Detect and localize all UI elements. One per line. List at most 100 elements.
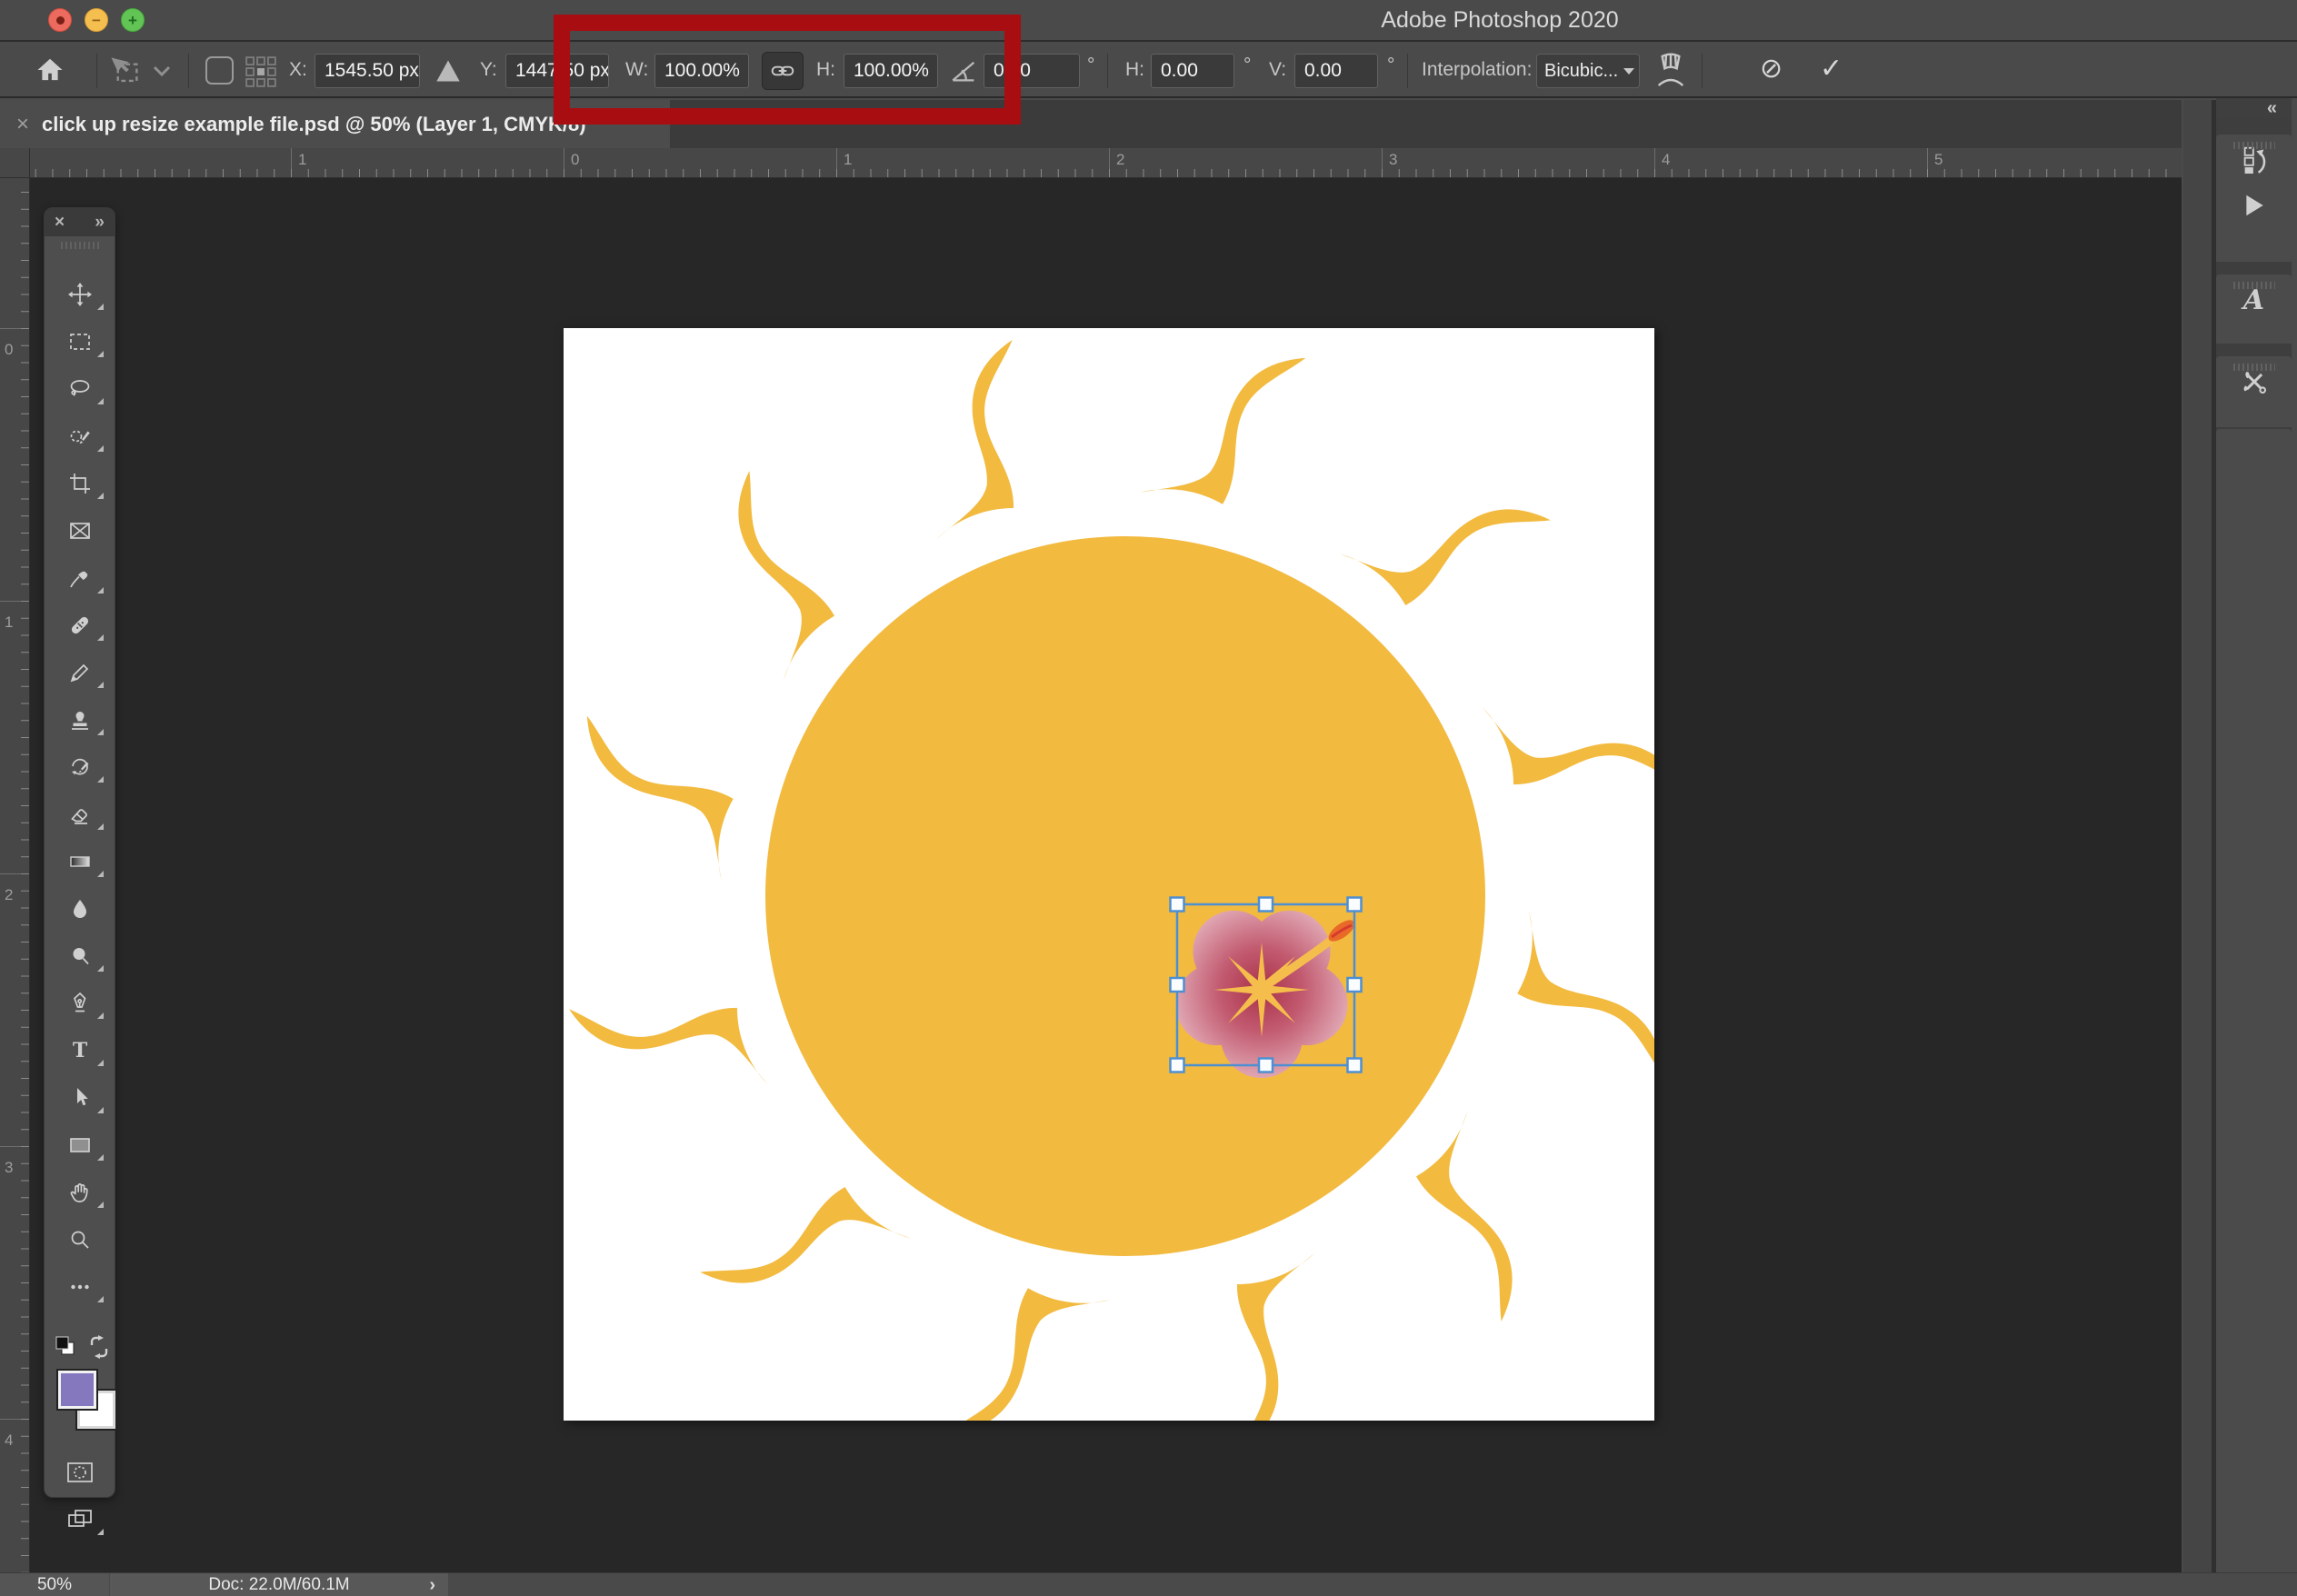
ruler-label: 5 [1934, 151, 1943, 168]
play-icon [2245, 195, 2263, 216]
relative-position-delta-icon[interactable] [434, 58, 462, 84]
foreground-color-swatch[interactable] [56, 1369, 98, 1411]
reference-point-icon [245, 56, 276, 92]
degree-symbol: ° [1243, 55, 1252, 75]
panel-grip[interactable] [2232, 142, 2275, 149]
lasso-tool[interactable] [45, 367, 115, 411]
warp-mode-button[interactable] [1653, 53, 1689, 89]
actions-panel-button[interactable] [2216, 180, 2292, 231]
eraser-tool[interactable] [45, 793, 115, 836]
ruler-label: 0 [5, 341, 14, 358]
title-bar: − + Adobe Photoshop 2020 [0, 0, 2297, 42]
degree-symbol: ° [1387, 55, 1395, 75]
hand-tool[interactable] [45, 1171, 115, 1214]
separator [1407, 54, 1408, 88]
tools-icon [2243, 372, 2266, 394]
home-icon[interactable] [35, 55, 65, 85]
pasteboard [30, 178, 2182, 1572]
zoom-tool[interactable] [45, 1218, 115, 1262]
eyedropper-tool[interactable] [45, 556, 115, 600]
sun-artwork [566, 337, 1654, 1421]
ruler-label: 3 [1389, 151, 1398, 168]
x-position-field[interactable]: 1545.50 px [315, 54, 420, 88]
close-window-button[interactable] [48, 8, 72, 32]
gradient-tool[interactable] [45, 840, 115, 883]
dock-group-history-actions [2216, 135, 2292, 262]
spot-healing-brush-tool[interactable] [45, 603, 115, 647]
pen-tool[interactable] [45, 982, 115, 1025]
frame-tool[interactable] [45, 509, 115, 553]
object-selection-tool[interactable] [45, 414, 115, 458]
blur-tool[interactable] [45, 887, 115, 931]
panel-grip[interactable] [60, 242, 99, 249]
h-skew-label: H: [1125, 59, 1144, 80]
stamen-burst [1214, 943, 1309, 1037]
minimize-window-button[interactable]: − [85, 8, 108, 32]
separator [188, 54, 189, 88]
zoom-window-button[interactable]: + [121, 8, 145, 32]
dodge-tool[interactable] [45, 934, 115, 978]
panel-grip[interactable] [2232, 364, 2275, 371]
reference-point-checkbox[interactable] [205, 56, 234, 85]
v-skew-label: V: [1269, 59, 1287, 80]
rectangular-marquee-tool[interactable] [45, 320, 115, 364]
v-skew-field[interactable]: 0.00 [1294, 54, 1378, 88]
tools-panel-body: T [44, 236, 117, 1535]
ruler-label: 2 [5, 886, 14, 903]
unsaved-dot-icon [55, 15, 65, 25]
ruler-label: 0 [571, 151, 580, 168]
history-brush-tool[interactable] [45, 745, 115, 789]
sun-illustration [566, 337, 1654, 1421]
document-tab-title: click up resize example file.psd @ 50% (… [42, 112, 586, 135]
doc-size-text: Doc: 22.0M/60.1M [208, 1575, 350, 1594]
degree-symbol: ° [1087, 55, 1095, 75]
cancel-transform-button[interactable]: ⊘ [1760, 53, 1783, 85]
panel-flyout-icon[interactable]: » [95, 214, 105, 231]
status-bar: 50% Doc: 22.0M/60.1M › [0, 1572, 2297, 1596]
transform-tool-icon [107, 55, 142, 86]
chevron-down-icon[interactable] [153, 65, 171, 76]
type-tool[interactable]: T [45, 1029, 115, 1072]
dock-edge-strip [2183, 100, 2212, 1572]
interpolation-label: Interpolation: [1422, 59, 1533, 80]
vertical-ruler: 0 1 2 3 4 [0, 178, 30, 1572]
quick-mask-button[interactable] [45, 1451, 115, 1494]
crop-tool[interactable] [45, 462, 115, 505]
h-skew-field[interactable]: 0.00 [1151, 54, 1234, 88]
status-chevron-icon[interactable]: › [429, 1575, 435, 1596]
ruler-label: 1 [5, 613, 14, 631]
edit-toolbar-icon[interactable] [45, 1265, 115, 1309]
zoom-level-field[interactable]: 50% [0, 1573, 109, 1596]
screen-mode-button[interactable] [45, 1498, 115, 1541]
y-label: Y: [480, 59, 497, 80]
tab-strip: × click up resize example file.psd @ 50%… [0, 100, 2182, 148]
move-tool[interactable] [45, 273, 115, 316]
separator [96, 54, 97, 88]
clone-stamp-tool[interactable] [45, 698, 115, 742]
panel-close-icon[interactable]: × [55, 214, 65, 231]
ruler-label: 4 [5, 1431, 14, 1449]
rectangle-tool[interactable] [45, 1123, 115, 1167]
brush-tool[interactable] [45, 651, 115, 694]
commit-transform-button[interactable]: ✓ [1820, 53, 1843, 85]
separator [1107, 54, 1108, 88]
path-selection-tool[interactable] [45, 1076, 115, 1120]
history-icon [2243, 146, 2265, 174]
ruler-corner [0, 148, 30, 178]
canvas[interactable] [564, 328, 1654, 1421]
ruler-label: 4 [1662, 151, 1671, 168]
default-colors-icon[interactable] [54, 1334, 81, 1366]
interpolation-dropdown[interactable]: Bicubic... [1536, 54, 1640, 88]
panel-grip[interactable] [2232, 282, 2275, 289]
ruler-label: 1 [844, 151, 853, 168]
separator [1702, 54, 1703, 88]
swap-colors-icon[interactable] [86, 1334, 112, 1364]
document-size-status[interactable]: Doc: 22.0M/60.1M › [110, 1573, 448, 1596]
dock-outer-strip [2293, 98, 2297, 1572]
tab-close-icon[interactable]: × [16, 112, 29, 137]
right-panel-dock: « A [2216, 98, 2292, 1596]
x-label: X: [289, 59, 307, 80]
svg-text:T: T [72, 1039, 87, 1062]
collapse-panels-icon[interactable]: « [2267, 98, 2277, 119]
horizontal-ruler: 1 0 1 2 3 4 5 [30, 148, 2182, 178]
